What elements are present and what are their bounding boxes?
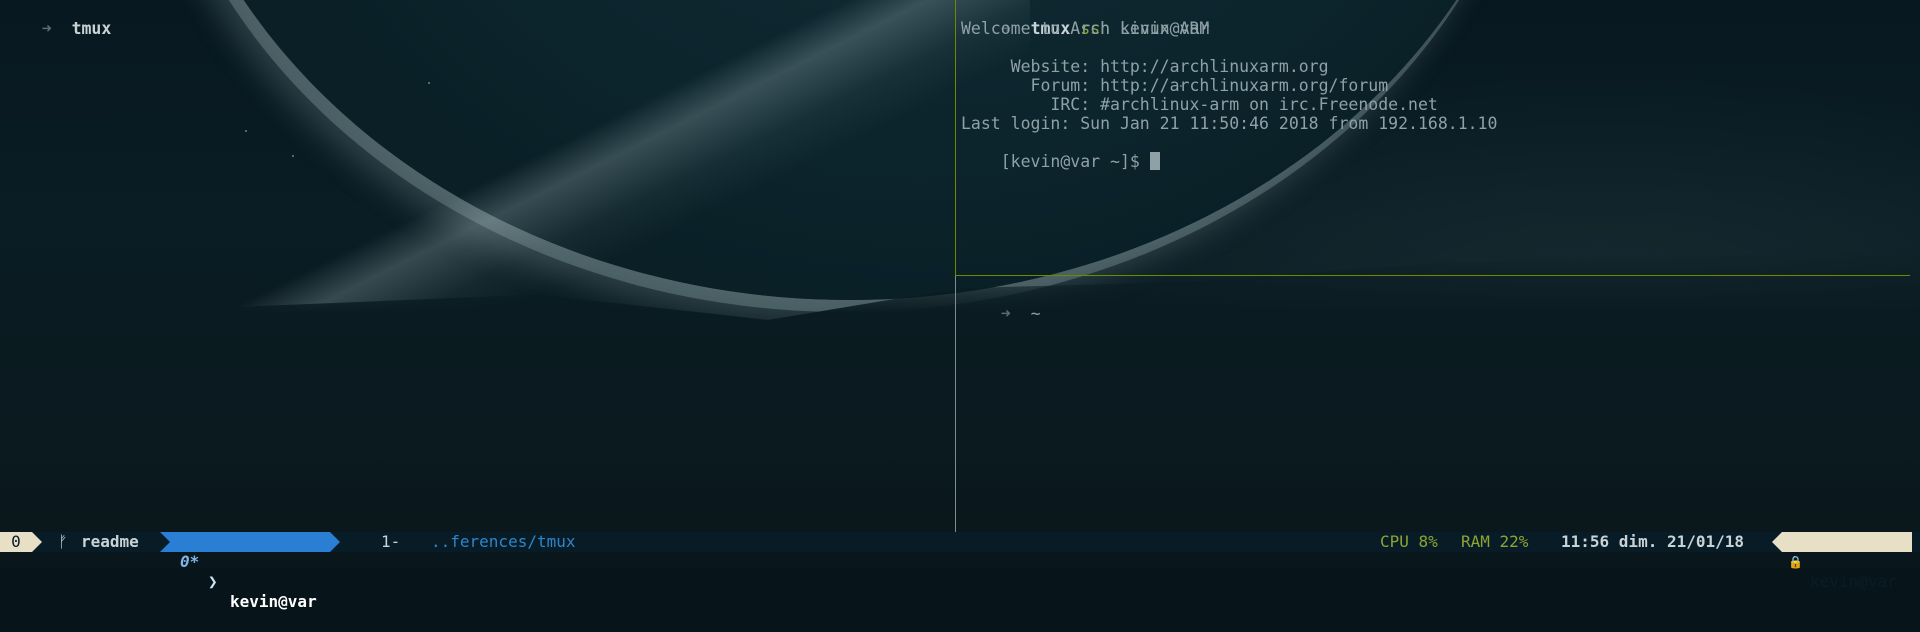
ram-usage: RAM 22% — [1461, 532, 1529, 551]
lock-icon: 🔒 — [1788, 555, 1803, 569]
remote-shell-prompt: [kevin@var ~]$ — [1000, 152, 1150, 171]
window-tab-index[interactable]: 1- — [381, 532, 400, 552]
ssh-output-line: Welcome to Arch Linux ARM — [961, 19, 1210, 38]
tmux-status-bar: 0 ᚠ readme 0* ❯ kevin@var 1- ..ferences/… — [0, 532, 1920, 611]
hostname: kevin@var — [1810, 572, 1897, 591]
ssh-output-line: IRC: #archlinux-arm on irc.Freenode.net — [961, 95, 1438, 114]
ssh-output-line: Website: http://archlinuxarm.org — [961, 57, 1329, 76]
window-tab-path[interactable]: ..ferences/tmux — [431, 532, 576, 552]
current-directory: ~ — [1030, 304, 1041, 323]
terminal-cursor[interactable] — [1149, 152, 1160, 170]
star — [428, 82, 430, 84]
star — [245, 130, 247, 132]
cpu-usage: CPU 8% — [1380, 532, 1438, 551]
pane-divider-vertical-lower[interactable] — [955, 276, 956, 532]
chevron-right-icon: ❯ — [208, 572, 218, 591]
window-index: 0* — [180, 552, 200, 571]
desktop-wallpaper — [0, 0, 1920, 568]
pane-title: tmux — [71, 19, 112, 38]
window-tab-active[interactable]: 0* ❯ kevin@var — [160, 532, 340, 611]
prompt-arrow-icon: ➜ — [1000, 304, 1011, 323]
window-name: kevin@var — [230, 592, 317, 611]
date-time: 11:56 dim. 21/01/18 — [1561, 532, 1745, 551]
ssh-output-line: Last login: Sun Jan 21 11:50:46 2018 fro… — [961, 114, 1498, 133]
git-branch-icon: ᚠ — [58, 532, 68, 551]
prompt-arrow-icon: ➜ — [41, 19, 52, 38]
session-index[interactable]: 0 — [0, 532, 42, 552]
git-branch-name: readme — [81, 532, 139, 551]
host-badge: 🔒 kevin@var — [1772, 532, 1912, 591]
ssh-output-line: Forum: http://archlinuxarm.org/forum — [961, 76, 1389, 95]
star — [292, 155, 294, 157]
pane-divider-horizontal[interactable] — [956, 275, 1910, 276]
